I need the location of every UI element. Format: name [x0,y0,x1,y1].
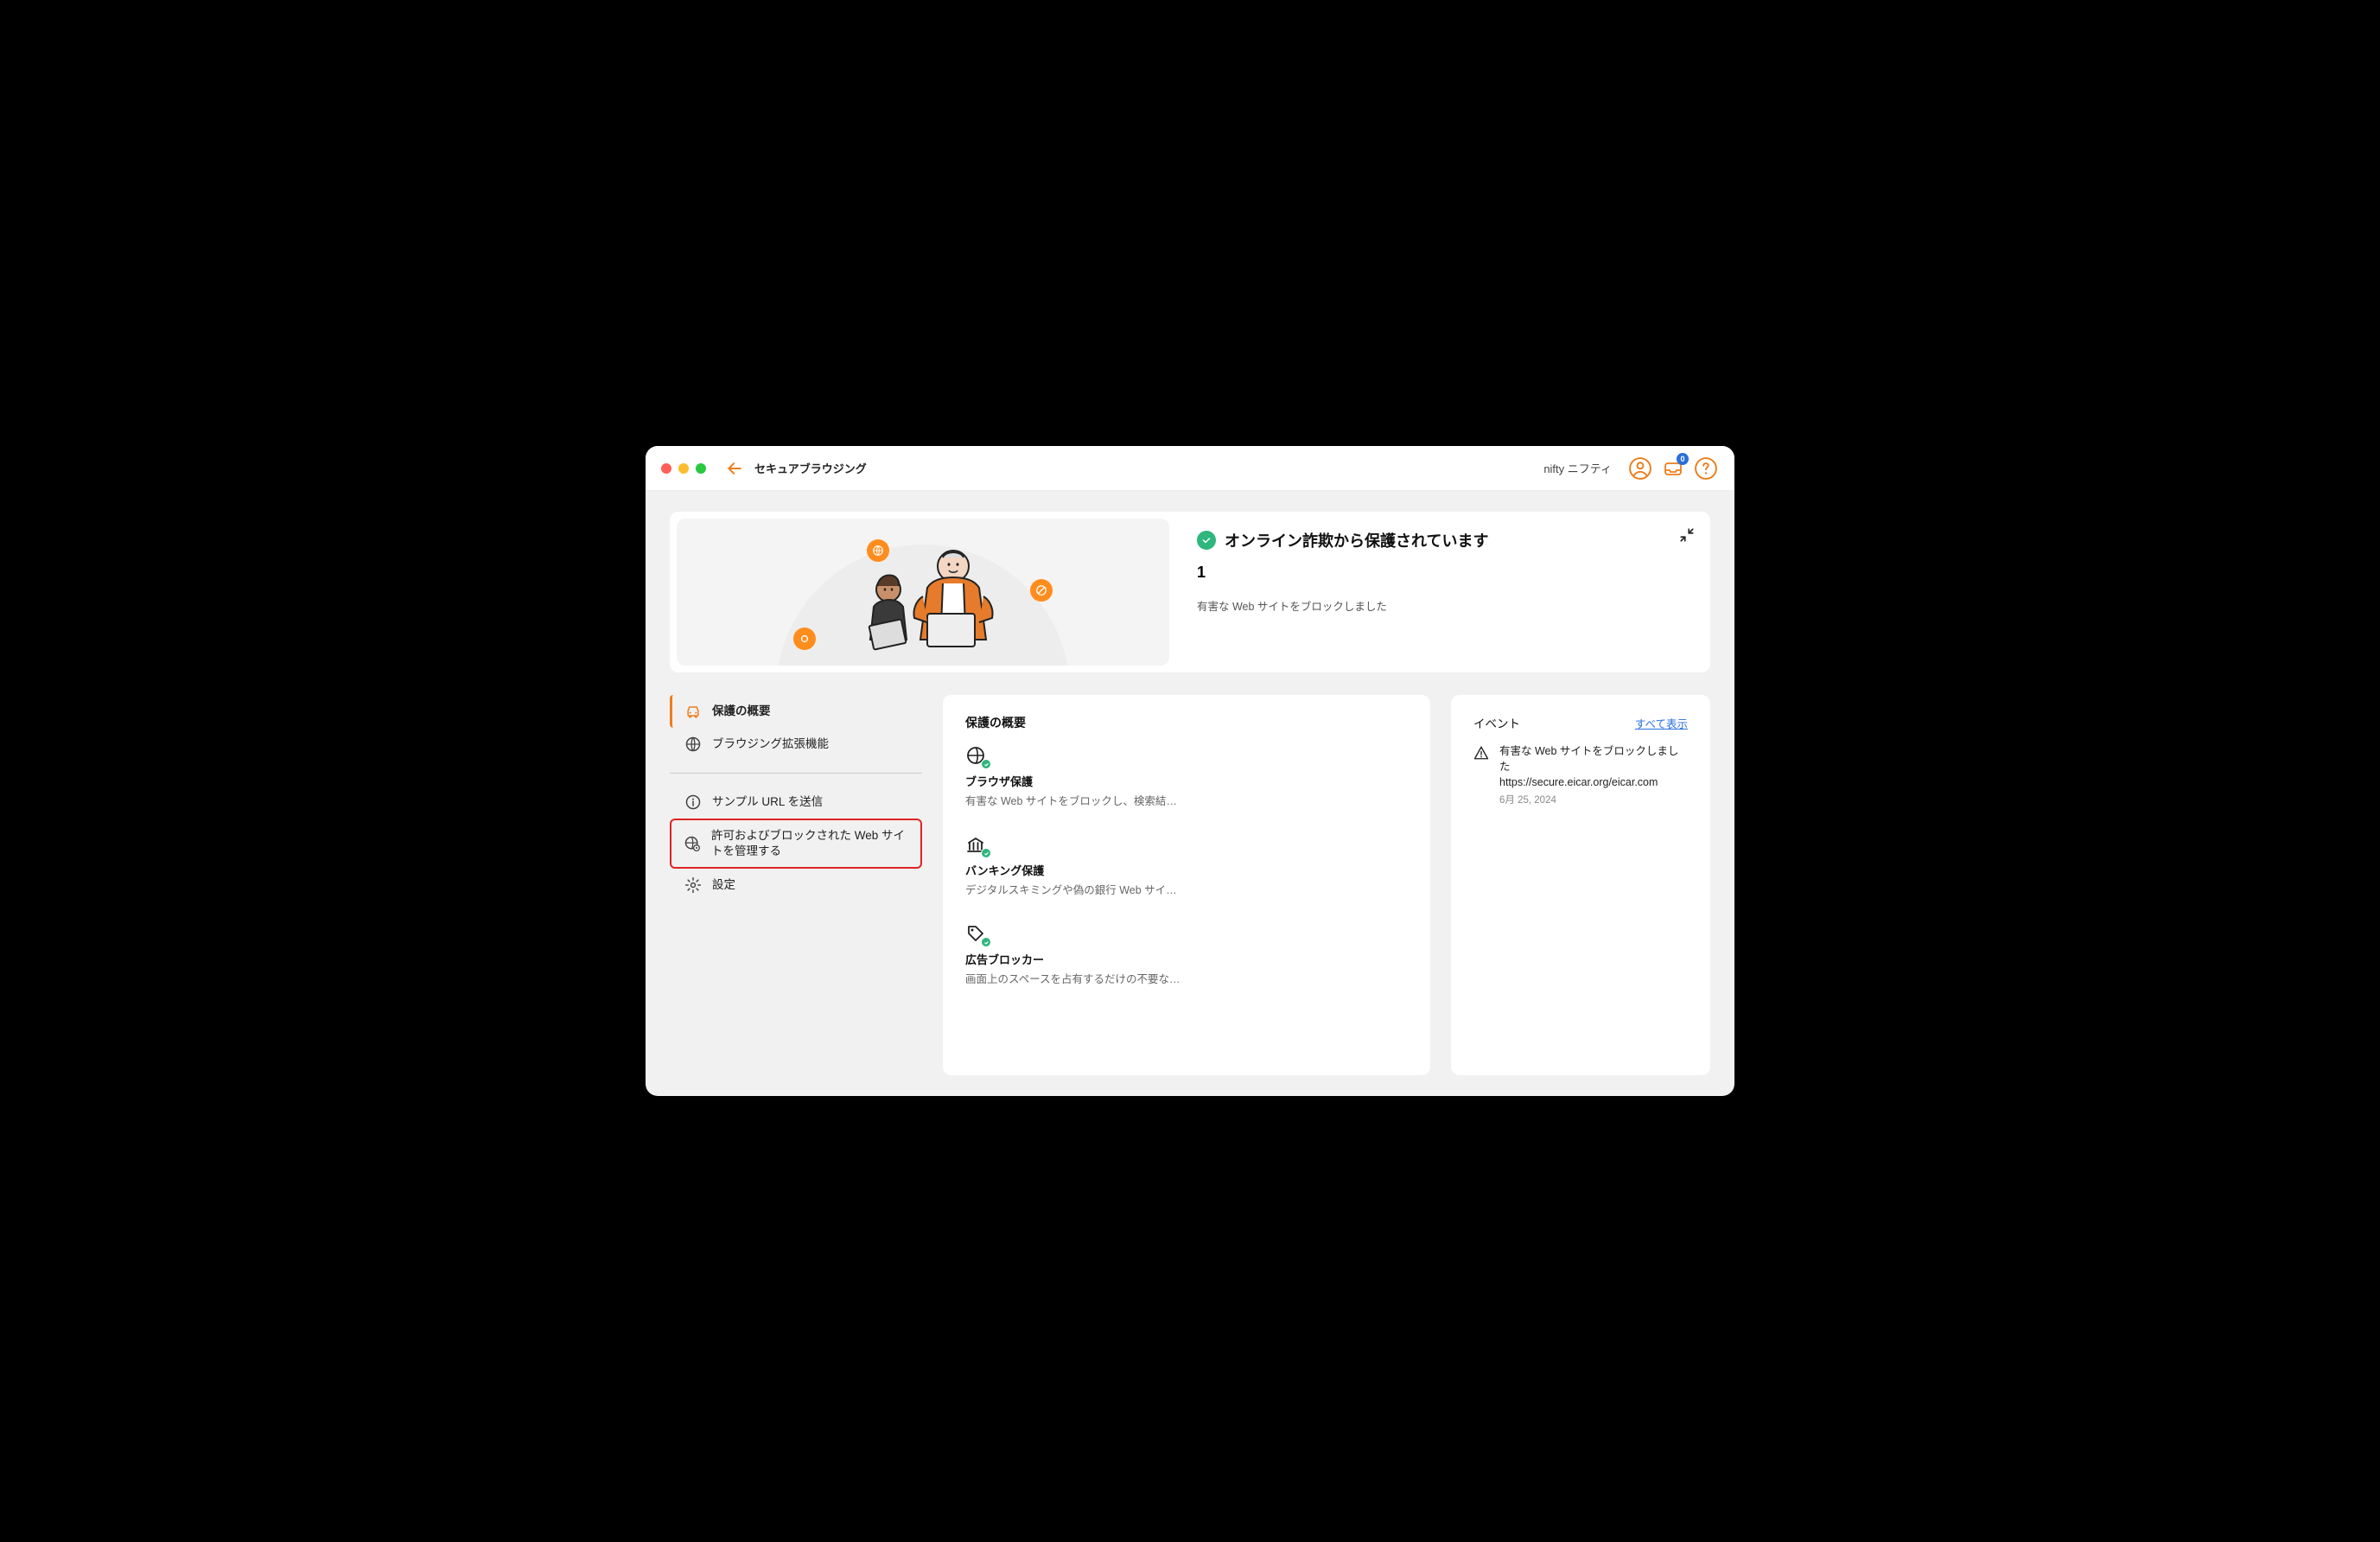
events-title: イベント [1473,714,1520,731]
event-date: 6月 25, 2024 [1499,793,1688,806]
sidebar-item-manage-sites[interactable]: 許可およびブロックされた Web サイトを管理する [670,819,922,869]
app-window: セキュアブラウジング nifty ニフティ 0 [646,446,1734,1096]
minimize-window-button[interactable] [678,463,689,474]
events-show-all-link[interactable]: すべて表示 [1635,715,1688,731]
sidebar-item-label: ブラウジング拡張機能 [712,736,913,752]
help-button[interactable] [1693,456,1719,481]
collapse-icon [1679,527,1695,543]
collapse-button[interactable] [1679,527,1695,547]
sidebar-item-label: サンプル URL を送信 [712,794,913,810]
profile-button[interactable] [1627,456,1653,481]
notification-badge: 0 [1677,453,1689,465]
protection-item-adblock[interactable]: 広告ブロッカー 画面上のスペースを占有するだけの不要な広… [965,923,1408,986]
hero-card: オンライン詐欺から保護されています 1 有害な Web サイトをブロックしました [670,512,1710,672]
sidebar-item-settings[interactable]: 設定 [670,869,922,902]
sidebar-item-label: 許可およびブロックされた Web サイトを管理する [711,828,912,859]
sidebar-item-overview[interactable]: 保護の概要 [670,695,922,728]
maximize-window-button[interactable] [696,463,706,474]
protection-desc: 有害な Web サイトをブロックし、検索結果… [965,792,1181,808]
close-window-button[interactable] [661,463,671,474]
hero-status-title: オンライン詐欺から保護されています [1225,529,1488,551]
info-icon [684,793,702,811]
shield-car-icon [684,703,702,720]
titlebar: セキュアブラウジング nifty ニフティ 0 [646,446,1734,491]
globe-gear-icon [684,835,701,852]
hero-count: 1 [1197,564,1690,582]
protection-name: バンキング保護 [965,862,1408,878]
window-controls [661,463,706,474]
sidebar-item-send-url[interactable]: サンプル URL を送信 [670,786,922,819]
event-line1: 有害な Web サイトをブロックしました [1499,743,1688,774]
sidebar-item-label: 設定 [712,877,913,893]
hero-subtitle: 有害な Web サイトをブロックしました [1197,597,1690,614]
arrow-left-icon [726,460,743,477]
notifications-button[interactable]: 0 [1660,456,1686,481]
protection-overview-card: 保護の概要 ブラウザ保護 有害な Web サイトをブロックし、検索結果… バンキ… [943,695,1430,1075]
protection-desc: デジタルスキミングや偽の銀行 Web サイト… [965,881,1181,897]
warning-icon [1473,745,1491,806]
content-area: オンライン詐欺から保護されています 1 有害な Web サイトをブロックしました… [646,491,1734,1096]
help-icon [1695,457,1717,480]
protection-name: ブラウザ保護 [965,773,1408,789]
event-line2: https://secure.eicar.org/eicar.com [1499,774,1688,790]
protection-item-browser[interactable]: ブラウザ保護 有害な Web サイトをブロックし、検索結果… [965,745,1408,808]
protection-item-banking[interactable]: バンキング保護 デジタルスキミングや偽の銀行 Web サイト… [965,834,1408,897]
card-title: 保護の概要 [965,714,1408,731]
sidebar-item-label: 保護の概要 [712,704,913,719]
protection-name: 広告ブロッカー [965,951,1408,967]
status-check-icon [1197,531,1216,550]
events-card: イベント すべて表示 有害な Web サイトをブロックしました https://… [1451,695,1710,1075]
page-title: セキュアブラウジング [754,460,867,476]
protection-desc: 画面上のスペースを占有するだけの不要な広… [965,970,1181,986]
user-icon [1629,457,1651,480]
people-illustration-icon [824,536,1022,666]
back-button[interactable] [725,459,744,478]
globe-icon [684,736,702,753]
account-name[interactable]: nifty ニフティ [1543,460,1612,476]
hero-illustration [677,519,1169,666]
sidebar: 保護の概要 ブラウジング拡張機能 サンプル URL を送信 [670,695,922,914]
sidebar-item-extensions[interactable]: ブラウジング拡張機能 [670,728,922,761]
event-item[interactable]: 有害な Web サイトをブロックしました https://secure.eica… [1473,743,1688,806]
gear-icon [684,876,702,894]
